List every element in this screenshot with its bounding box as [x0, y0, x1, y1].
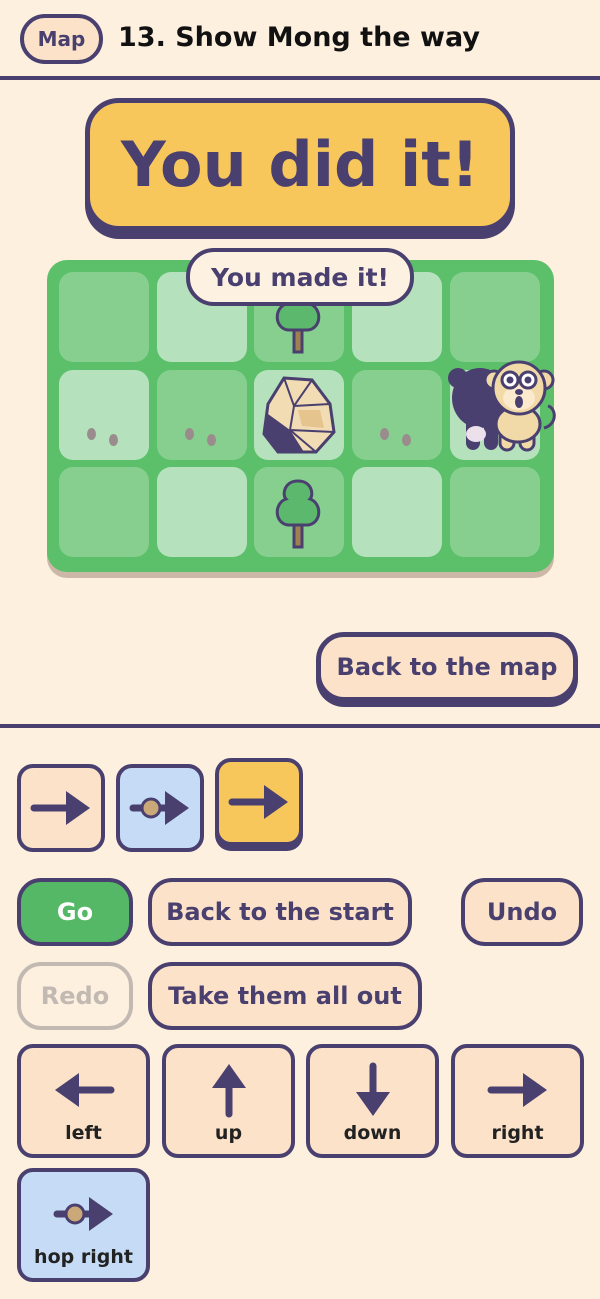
move-left-label: left — [65, 1122, 102, 1144]
down-arrow-icon — [355, 1062, 390, 1116]
move-down-label: down — [343, 1122, 402, 1144]
move-hop-right-label: hop right — [34, 1246, 133, 1268]
tile — [157, 370, 247, 460]
up-arrow-icon — [211, 1064, 246, 1118]
tile — [157, 467, 247, 557]
hop-right-icon — [129, 791, 189, 825]
move-down-button[interactable]: down — [306, 1044, 439, 1158]
tile — [59, 272, 149, 362]
move-hop-right-button[interactable]: hop right — [17, 1168, 150, 1282]
hop-right-icon — [53, 1197, 113, 1231]
redo-button: Redo — [17, 962, 133, 1030]
right-arrow-icon — [228, 785, 288, 819]
tile — [450, 467, 540, 557]
success-banner: You did it! — [85, 98, 515, 231]
back-to-map-button[interactable]: Back to the map — [316, 632, 578, 702]
top-bar: Map 13. Show Mong the way — [0, 0, 600, 80]
tile — [450, 272, 540, 362]
move-up-button[interactable]: up — [162, 1044, 295, 1158]
program-step-hop-right[interactable] — [116, 764, 204, 852]
undo-button[interactable]: Undo — [461, 878, 583, 946]
program-step-right[interactable] — [17, 764, 105, 852]
tree-icon — [275, 479, 321, 549]
move-left-button[interactable]: left — [17, 1044, 150, 1158]
right-arrow-icon — [30, 791, 90, 825]
rock-icon — [262, 376, 336, 454]
tile — [254, 370, 344, 460]
tile — [254, 467, 344, 557]
tile — [352, 467, 442, 557]
back-to-start-button[interactable]: Back to the start — [148, 878, 412, 946]
monkey-character-icon — [448, 360, 556, 452]
level-title: 13. Show Mong the way — [118, 22, 480, 53]
program-step-right-active[interactable] — [215, 758, 303, 846]
tile — [59, 467, 149, 557]
go-button[interactable]: Go — [17, 878, 133, 946]
tile — [59, 370, 149, 460]
game-board — [47, 260, 556, 572]
right-arrow-icon — [487, 1073, 547, 1107]
map-button[interactable]: Map — [20, 14, 103, 64]
move-up-label: up — [214, 1122, 243, 1144]
move-right-button[interactable]: right — [451, 1044, 584, 1158]
tile — [352, 370, 442, 460]
take-them-all-out-button[interactable]: Take them all out — [148, 962, 422, 1030]
move-right-label: right — [491, 1122, 544, 1144]
left-arrow-icon — [54, 1073, 114, 1107]
divider — [0, 724, 600, 728]
speech-bubble: You made it! — [186, 248, 414, 306]
